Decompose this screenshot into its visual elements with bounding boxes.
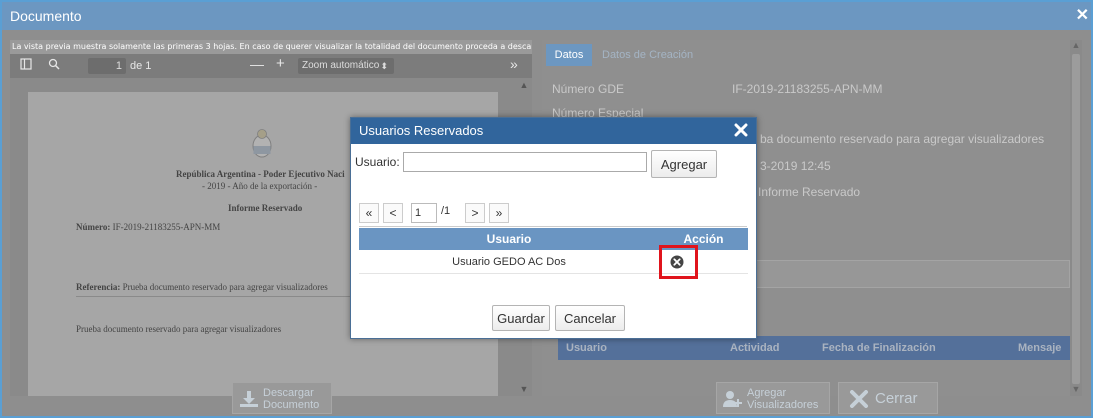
doc-title: Informe Reservado bbox=[228, 203, 303, 213]
col-usuario-header: Usuario bbox=[486, 232, 532, 246]
cerrar-button[interactable]: Cerrar bbox=[838, 382, 938, 414]
last-page-button[interactable]: » bbox=[489, 203, 509, 223]
window-close-icon[interactable]: ✕ bbox=[1076, 2, 1089, 30]
zoom-in-button[interactable]: + bbox=[276, 56, 285, 72]
doc-referencia-value: Prueba documento reservado para agregar … bbox=[122, 282, 328, 292]
doc-header-line: República Argentina - Poder Ejecutivo Na… bbox=[176, 169, 345, 179]
download-icon bbox=[240, 391, 258, 407]
scroll-up-icon[interactable]: ▲ bbox=[519, 80, 529, 90]
usuario-input[interactable] bbox=[403, 152, 647, 172]
cerrar-label: Cerrar bbox=[875, 390, 918, 407]
descargar-line2: Documento bbox=[263, 399, 320, 411]
doc-numero-label: Número: bbox=[76, 222, 111, 232]
dialog-close-icon[interactable] bbox=[734, 123, 748, 137]
descargar-line1: Descargar bbox=[263, 387, 314, 399]
window-titlebar: Documento ✕ bbox=[2, 2, 1091, 30]
descargar-documento-button[interactable]: Descargar Documento bbox=[232, 382, 332, 414]
details-field-box bbox=[754, 260, 1070, 288]
referencia-value: ba documento reservado para agregar visu… bbox=[760, 132, 1045, 146]
prev-page-button[interactable]: < bbox=[383, 203, 403, 223]
scroll-down-icon[interactable]: ▼ bbox=[1070, 384, 1082, 394]
cancelar-button[interactable]: Cancelar bbox=[555, 305, 625, 331]
fecha-value: 3-2019 12:45 bbox=[760, 159, 831, 173]
first-page-button[interactable]: « bbox=[359, 203, 379, 223]
add-user-icon bbox=[723, 391, 742, 407]
col-fecha-finalizacion: Fecha de Finalización bbox=[822, 342, 936, 354]
col-usuario: Usuario bbox=[566, 342, 607, 354]
zoom-dropdown-icon: ⬍ bbox=[380, 61, 388, 71]
guardar-button[interactable]: Guardar bbox=[492, 305, 550, 331]
viewer-toolbar: 1 de 1 — + Zoom automático ⬍ » bbox=[10, 54, 532, 78]
scroll-up-icon[interactable]: ▲ bbox=[1070, 40, 1082, 50]
close-x-icon bbox=[850, 390, 868, 408]
doc-numero: Número: IF-2019-21183255-APN-MM bbox=[76, 222, 220, 232]
page-of-total: /1 bbox=[441, 205, 451, 217]
agregar-button[interactable]: Agregar bbox=[651, 150, 717, 178]
dialog-title: Usuarios Reservados bbox=[359, 123, 484, 138]
doc-divider bbox=[76, 296, 362, 297]
dialog-titlebar: Usuarios Reservados bbox=[351, 118, 756, 144]
scrollbar-thumb[interactable] bbox=[1072, 54, 1080, 384]
descargar-label: Descargar Documento bbox=[263, 387, 319, 411]
dialog-divider bbox=[359, 226, 747, 227]
page-number-input[interactable]: 1 bbox=[88, 58, 126, 74]
search-icon[interactable] bbox=[48, 58, 60, 75]
doc-numero-value: IF-2019-21183255-APN-MM bbox=[112, 222, 221, 232]
activity-table-header: Usuario Actividad Fecha de Finalización … bbox=[558, 336, 1070, 360]
tipo-documento-value: Informe Reservado bbox=[758, 185, 861, 199]
numero-gde-label: Número GDE bbox=[552, 82, 625, 96]
col-mensaje: Mensaje bbox=[1018, 342, 1062, 354]
scroll-down-icon[interactable]: ▼ bbox=[519, 384, 529, 394]
page-total: de 1 bbox=[130, 60, 152, 72]
details-scrollbar[interactable]: ▲ ▼ bbox=[1070, 40, 1082, 396]
agregar-label: Agregar Visualizadores bbox=[747, 387, 818, 411]
zoom-select[interactable]: Zoom automático ⬍ bbox=[298, 58, 394, 74]
doc-referencia-label: Referencia: bbox=[76, 282, 121, 292]
coat-of-arms-icon bbox=[252, 129, 272, 158]
more-tools-button[interactable]: » bbox=[510, 56, 518, 72]
col-actividad: Actividad bbox=[730, 342, 780, 354]
doc-referencia: Referencia: Prueba documento reservado p… bbox=[76, 282, 328, 292]
window-title: Documento bbox=[10, 8, 82, 24]
tab-datos[interactable]: Datos bbox=[546, 44, 592, 66]
agregar-line1: Agregar bbox=[747, 387, 787, 399]
usuarios-reservados-dialog: Usuarios Reservados Usuario: Agregar « <… bbox=[350, 117, 757, 339]
agregar-line2: Visualizadores bbox=[747, 399, 819, 411]
zoom-value: Zoom automático bbox=[302, 60, 380, 71]
zoom-out-button[interactable]: — bbox=[250, 56, 264, 72]
usuario-label: Usuario: bbox=[355, 155, 400, 169]
row-usuario: Usuario GEDO AC Dos bbox=[452, 256, 566, 268]
doc-subheader: - 2019 - Año de la exportación - bbox=[202, 181, 318, 191]
preview-notice: La vista previa muestra solamente las pr… bbox=[12, 42, 532, 51]
tab-datos-de-creacion[interactable]: Datos de Creación bbox=[602, 44, 693, 66]
numero-gde-value: IF-2019-21183255-APN-MM bbox=[732, 82, 883, 96]
sidebar-toggle-icon[interactable] bbox=[20, 58, 32, 75]
next-page-button[interactable]: > bbox=[465, 203, 485, 223]
doc-body: Prueba documento reservado para agregar … bbox=[76, 324, 282, 334]
page-input[interactable]: 1 bbox=[411, 203, 437, 223]
agregar-visualizadores-button[interactable]: Agregar Visualizadores bbox=[716, 382, 830, 414]
remove-action-highlight bbox=[659, 245, 698, 279]
